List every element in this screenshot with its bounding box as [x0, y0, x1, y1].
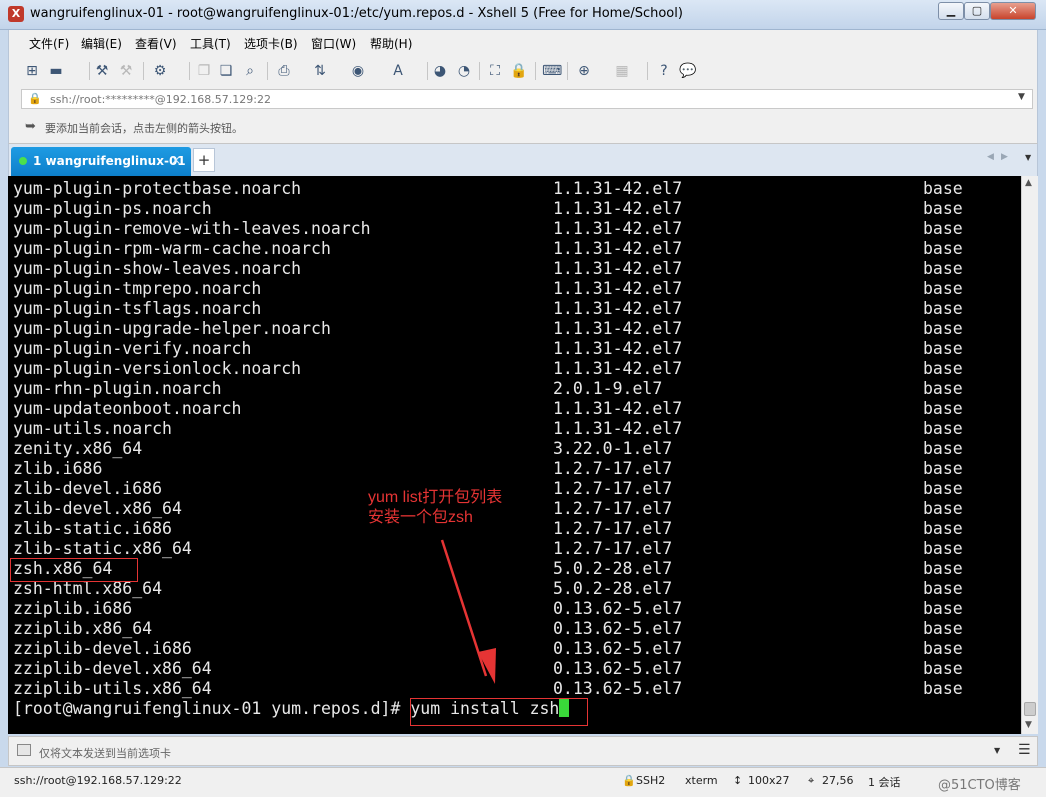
font-icon[interactable]: A [389, 62, 407, 80]
tab-close-icon[interactable]: × [171, 153, 181, 167]
find-icon[interactable]: ⌕ [241, 62, 259, 80]
toolbar-separator [427, 62, 428, 80]
compose-dropdown-icon[interactable]: ▼ [994, 746, 1000, 755]
status-protocol: SSH2 [636, 774, 666, 787]
lock-icon: 🔒 [28, 92, 42, 105]
title-bar: X wangruifenglinux-01 - root@wangruifeng… [0, 0, 1046, 30]
toolbar-separator [189, 62, 190, 80]
add-session-arrow-icon[interactable]: ➥ [25, 119, 36, 134]
open-folder-icon[interactable]: ▬ [47, 62, 65, 80]
menu-window[interactable]: 窗口(W) [311, 35, 356, 52]
cursor-position-icon: ⌖ [808, 774, 815, 787]
lock-status-icon: 🔒 [622, 774, 636, 787]
window-title: wangruifenglinux-01 - root@wangruifengli… [30, 6, 683, 21]
scroll-down-icon[interactable]: ▼ [1025, 720, 1032, 730]
terminal-scrollbar[interactable]: ▲ ▼ [1021, 176, 1038, 734]
menu-edit[interactable]: 编辑(E) [81, 35, 122, 52]
toolbar-separator [567, 62, 568, 80]
minimize-button[interactable]: ▁ [938, 2, 964, 20]
menu-file[interactable]: 文件(F) [29, 35, 69, 52]
tab-scroll-left-icon[interactable]: ◀ [987, 152, 994, 162]
connected-status-icon [19, 157, 27, 165]
tab-list-icon[interactable]: ▼ [1025, 153, 1031, 162]
disconnect-icon[interactable]: ⚒ [117, 62, 135, 80]
menu-tabs[interactable]: 选项卡(B) [244, 35, 298, 52]
print-icon[interactable]: ⎙ [275, 62, 293, 80]
compose-input[interactable]: 仅将文本发送到当前选项卡 [39, 745, 171, 761]
compose-bar[interactable]: 仅将文本发送到当前选项卡 ▼ ☰ [8, 736, 1038, 766]
hint-text: 要添加当前会话，点击左侧的箭头按钮。 [45, 122, 243, 135]
transfer-icon[interactable]: ⇅ [311, 62, 329, 80]
xmanager-icon[interactable]: ◔ [455, 62, 473, 80]
address-text: ssh://root:*********@192.168.57.129:22 [50, 93, 271, 106]
tab-bar: 1 wangruifenglinux-01 × + ◀ ▶ ▼ [8, 144, 1038, 176]
maximize-button[interactable]: ▢ [964, 2, 990, 20]
fullscreen-icon[interactable]: ⛶ [486, 62, 504, 80]
tab-label: 1 wangruifenglinux-01 [33, 154, 186, 168]
menu-tools[interactable]: 工具(T) [190, 35, 231, 52]
resize-icon: ↕ [733, 774, 743, 787]
toolbar-separator [479, 62, 480, 80]
watermark: @51CTO博客 [938, 778, 1021, 793]
annotation-arrow [440, 539, 496, 684]
paste-icon[interactable]: ❏ [217, 62, 235, 80]
toolbar: ⊞ ▬ ⚒ ⚒ ⚙ ❐ ❏ ⌕ ⎙ ⇅ ◉ A ◕ ◔ ⛶ 🔒 ⌨ ⊕ ▦ ? … [8, 56, 1038, 86]
tab-scroll-right-icon[interactable]: ▶ [1001, 152, 1008, 162]
toolbar-separator [89, 62, 90, 80]
menu-help[interactable]: 帮助(H) [370, 35, 412, 52]
scroll-up-icon[interactable]: ▲ [1025, 178, 1032, 188]
globe-icon[interactable]: ◉ [349, 62, 367, 80]
layout-icon[interactable]: ▦ [613, 62, 631, 80]
chat-icon[interactable]: 💬 [679, 62, 697, 80]
status-sessions: 1 会话 [868, 776, 901, 789]
menu-bar: 文件(F) 编辑(E) 查看(V) 工具(T) 选项卡(B) 窗口(W) 帮助(… [8, 30, 1038, 56]
toolbar-separator [143, 62, 144, 80]
status-terminal-type: xterm [685, 774, 718, 787]
tab-session[interactable]: 1 wangruifenglinux-01 × [11, 147, 191, 176]
lock-screen-icon[interactable]: 🔒 [510, 62, 528, 80]
toolbar-separator [647, 62, 648, 80]
scroll-thumb[interactable] [1024, 702, 1036, 716]
toolbar-separator [267, 62, 268, 80]
xshell-app-icon[interactable]: X [8, 6, 24, 22]
connect-icon[interactable]: ⚒ [93, 62, 111, 80]
toolbar-separator [535, 62, 536, 80]
status-connection: ssh://root@192.168.57.129:22 [14, 774, 182, 787]
status-bar: ssh://root@192.168.57.129:22 🔒 SSH2 xter… [0, 767, 1046, 797]
compose-menu-icon[interactable]: ☰ [1018, 742, 1031, 758]
properties-icon[interactable]: ⚙ [151, 62, 169, 80]
address-bar: 🔒 ssh://root:*********@192.168.57.129:22… [8, 86, 1038, 112]
terminal-screen[interactable]: yum-plugin-protectbase.noarch 1.1.31-42.e… [8, 176, 1021, 734]
new-tab-button[interactable]: + [193, 148, 215, 172]
keyboard-icon[interactable]: ⌨ [542, 62, 562, 80]
help-icon[interactable]: ? [655, 62, 673, 80]
status-size: 100x27 [748, 774, 790, 787]
status-cursor-position: 27,56 [822, 774, 854, 787]
xftp-icon[interactable]: ◕ [431, 62, 449, 80]
address-dropdown-icon[interactable]: ▼ [1018, 92, 1025, 102]
new-session-icon[interactable]: ⊞ [23, 62, 41, 80]
menu-view[interactable]: 查看(V) [135, 35, 177, 52]
session-hint-bar: ➥ 要添加当前会话，点击左侧的箭头按钮。 [8, 112, 1038, 144]
copy-icon[interactable]: ❐ [195, 62, 213, 80]
compose-icon [17, 744, 31, 756]
add-icon[interactable]: ⊕ [575, 62, 593, 80]
close-button[interactable]: ✕ [990, 2, 1036, 20]
address-field[interactable]: 🔒 ssh://root:*********@192.168.57.129:22… [21, 89, 1033, 109]
